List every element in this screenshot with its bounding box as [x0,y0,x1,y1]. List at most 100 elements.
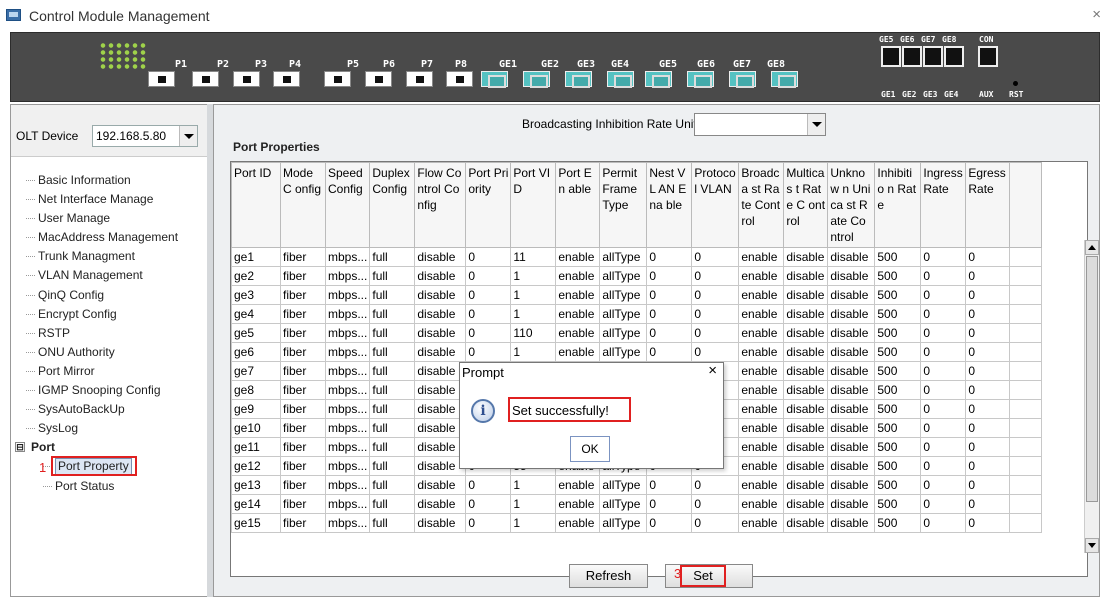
table-cell[interactable]: 0 [920,513,967,533]
refresh-button[interactable]: Refresh [569,564,648,588]
column-header[interactable]: Speed Config [324,162,371,248]
table-cell[interactable]: mbps... [324,323,371,343]
table-cell[interactable]: fiber [280,266,326,286]
ok-button[interactable]: OK [570,436,610,462]
table-cell[interactable]: mbps... [324,399,371,419]
table-cell[interactable]: ge4 [231,304,281,324]
scroll-thumb[interactable] [1086,256,1098,502]
table-cell[interactable]: disable [414,285,467,305]
table-cell[interactable]: enable [555,323,601,343]
table-cell[interactable]: enable [555,475,601,495]
table-cell[interactable]: 0 [465,475,512,495]
table-cell[interactable]: disable [414,342,467,362]
table-cell[interactable]: 0 [965,494,1011,514]
table-cell[interactable]: 0 [920,418,967,438]
table-cell[interactable]: 500 [874,323,922,343]
table-cell[interactable]: fiber [280,380,326,400]
rj45-port[interactable] [233,71,260,87]
table-cell[interactable]: ge15 [231,513,281,533]
table-cell[interactable]: disable [783,285,829,305]
table-cell[interactable]: 1 [510,513,557,533]
ge-combo-port[interactable] [881,46,901,67]
table-cell[interactable]: disable [414,494,467,514]
ge-combo-port[interactable] [902,46,922,67]
table-cell[interactable]: 0 [691,494,740,514]
table-cell[interactable]: disable [783,323,829,343]
table-cell[interactable]: fiber [280,437,326,457]
table-cell[interactable]: 11 [510,247,557,267]
table-cell[interactable]: fiber [280,247,326,267]
table-cell[interactable]: fiber [280,494,326,514]
table-cell[interactable]: full [369,456,416,476]
table-cell[interactable]: enable [555,494,601,514]
table-cell[interactable]: disable [783,247,829,267]
column-header[interactable]: Ingress Rate [920,162,967,248]
table-cell[interactable]: full [369,323,416,343]
column-header[interactable]: Unknow n Unica st Rate Control [827,162,876,248]
ge-combo-port[interactable] [923,46,943,67]
table-cell[interactable]: fiber [280,304,326,324]
table-cell[interactable]: 0 [965,266,1011,286]
close-icon[interactable]: × [1092,6,1101,23]
table-cell[interactable]: full [369,285,416,305]
table-cell[interactable]: ge11 [231,437,281,457]
table-cell[interactable]: disable [783,361,829,381]
table-cell[interactable]: enable [738,456,785,476]
table-cell[interactable]: ge2 [231,266,281,286]
table-cell[interactable]: 0 [965,285,1011,305]
table-cell[interactable]: full [369,494,416,514]
table-cell[interactable]: disable [827,513,876,533]
table-cell[interactable]: 0 [965,418,1011,438]
table-cell[interactable]: enable [738,304,785,324]
table-cell[interactable]: 0 [920,456,967,476]
table-cell[interactable]: 0 [646,285,693,305]
table-cell[interactable]: disable [783,475,829,495]
nav-item[interactable]: QinQ Config [11,286,210,305]
table-cell[interactable]: allType [599,266,648,286]
table-cell[interactable]: enable [738,380,785,400]
table-cell[interactable]: 500 [874,247,922,267]
table-cell[interactable]: enable [738,437,785,457]
column-header[interactable]: Port En able [555,162,601,248]
sfp-port[interactable] [481,71,508,88]
sfp-port[interactable] [607,71,634,88]
table-row[interactable]: ge1 fiber mbps... full disable 0 11 enable allTy… [231,247,1043,267]
table-cell[interactable]: full [369,266,416,286]
sfp-port[interactable] [687,71,714,88]
column-header[interactable]: Flow Co ntrol Co nfig [414,162,467,248]
table-cell[interactable]: fiber [280,513,326,533]
table-cell[interactable]: disable [414,304,467,324]
table-cell[interactable]: mbps... [324,342,371,362]
table-cell[interactable]: mbps... [324,456,371,476]
table-cell[interactable]: disable [827,475,876,495]
table-cell[interactable]: 500 [874,361,922,381]
table-cell[interactable]: 0 [965,456,1011,476]
table-cell[interactable]: 110 [510,323,557,343]
column-header[interactable]: Protocol VLAN [691,162,740,248]
table-cell[interactable]: ge12 [231,456,281,476]
table-cell[interactable]: mbps... [324,418,371,438]
table-cell[interactable]: 0 [920,266,967,286]
table-cell[interactable]: 0 [965,399,1011,419]
table-cell[interactable]: 0 [965,247,1011,267]
table-cell[interactable]: fiber [280,475,326,495]
table-cell[interactable]: 0 [920,494,967,514]
table-cell[interactable]: 0 [965,380,1011,400]
table-cell[interactable]: 500 [874,475,922,495]
table-cell[interactable]: mbps... [324,361,371,381]
table-cell[interactable]: 0 [920,247,967,267]
table-cell[interactable]: 500 [874,304,922,324]
table-cell[interactable]: 0 [920,399,967,419]
table-cell[interactable]: fiber [280,456,326,476]
table-cell[interactable]: disable [827,247,876,267]
table-cell[interactable]: enable [555,266,601,286]
table-cell[interactable]: mbps... [324,494,371,514]
nav-item[interactable]: MacAddress Management [11,228,210,247]
table-cell[interactable]: full [369,247,416,267]
rj45-port[interactable] [446,71,473,87]
table-cell[interactable]: enable [555,342,601,362]
table-cell[interactable]: disable [827,361,876,381]
table-cell[interactable]: 0 [465,304,512,324]
table-cell[interactable]: ge6 [231,342,281,362]
table-cell[interactable]: 0 [920,361,967,381]
